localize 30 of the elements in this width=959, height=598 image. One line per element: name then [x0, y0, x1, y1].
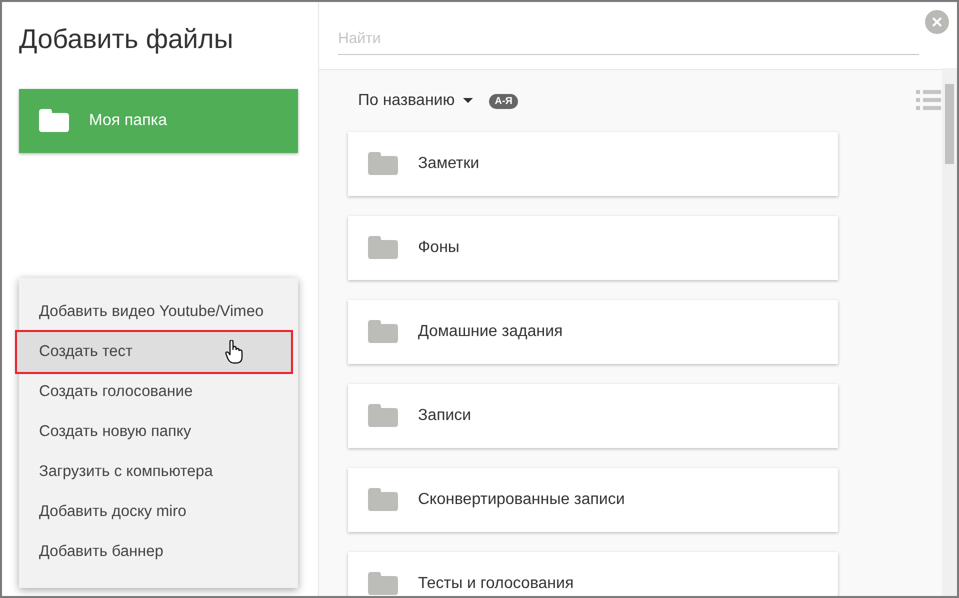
menu-item[interactable]: Создать голосование	[19, 372, 298, 412]
folder-icon	[368, 488, 398, 512]
menu-item[interactable]: Добавить видео Youtube/Vimeo	[19, 292, 298, 332]
folder-icon	[39, 109, 69, 133]
folder-card[interactable]: Фоны	[348, 216, 838, 280]
menu-item[interactable]: Добавить баннер	[19, 532, 298, 572]
menu-item[interactable]: Создать тест	[17, 332, 291, 372]
folder-card[interactable]: Домашние задания	[348, 300, 838, 364]
folder-card[interactable]: Тесты и голосования	[348, 552, 838, 596]
hand-cursor-icon	[225, 340, 243, 364]
search-field[interactable]: Найти	[338, 23, 919, 55]
folder-card[interactable]: Записи	[348, 384, 838, 448]
sort-dropdown[interactable]: По названию	[358, 92, 473, 110]
scrollbar[interactable]	[942, 68, 957, 596]
list-view-icon[interactable]	[916, 90, 941, 110]
menu-item[interactable]: Загрузить с компьютера	[19, 452, 298, 492]
close-button[interactable]	[925, 10, 949, 34]
menu-item[interactable]: Создать новую папку	[19, 412, 298, 452]
menu-item[interactable]: Добавить доску miro	[19, 492, 298, 532]
caret-icon	[462, 98, 473, 104]
panel-title: Добавить файлы	[19, 24, 234, 56]
folder-icon	[368, 320, 398, 344]
folder-card[interactable]: Сконвертированные записи	[348, 468, 838, 532]
folder-icon	[368, 404, 398, 428]
folder-icon	[368, 152, 398, 176]
close-icon	[932, 17, 942, 27]
sort-order-toggle[interactable]: А-Я	[488, 94, 518, 108]
folder-card[interactable]: Заметки	[348, 132, 838, 196]
folder-icon	[368, 572, 398, 596]
folder-icon	[368, 236, 398, 260]
